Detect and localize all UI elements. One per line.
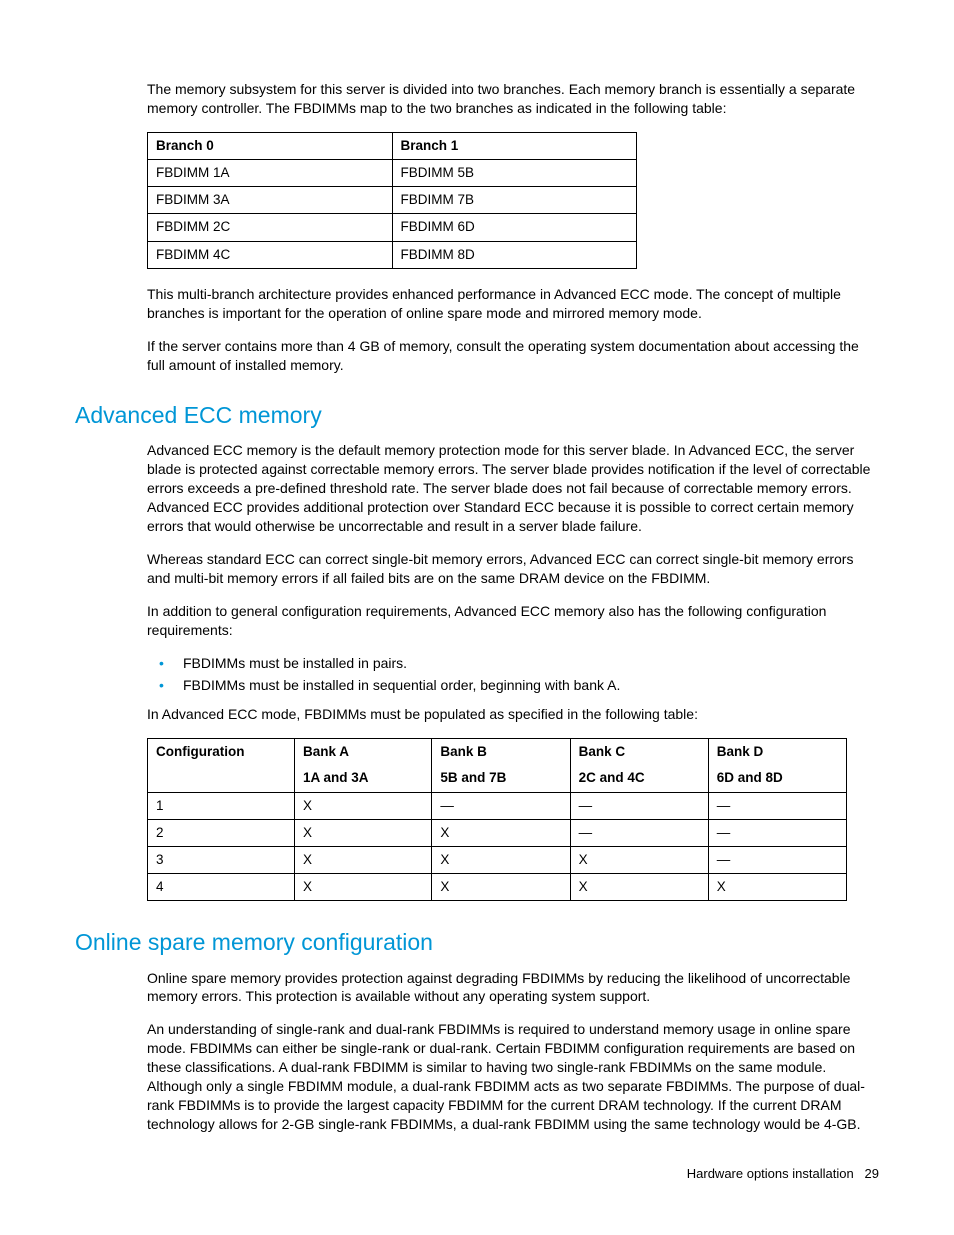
cell: FBDIMM 2C [148, 214, 393, 241]
branch-1-header: Branch 1 [392, 132, 637, 159]
config-header: Configuration [148, 739, 295, 792]
cell: X [570, 874, 708, 901]
adv-ecc-paragraph-3: In addition to general configuration req… [147, 602, 879, 640]
cell: X [295, 819, 432, 846]
online-spare-paragraph-2: An understanding of single-rank and dual… [147, 1020, 879, 1133]
advanced-ecc-block: Advanced ECC memory is the default memor… [147, 441, 879, 901]
list-item: FBDIMMs must be installed in sequential … [147, 676, 879, 695]
cell: X [432, 819, 570, 846]
bank-d-sub: 6D and 8D [708, 765, 846, 792]
intro-paragraph-3: If the server contains more than 4 GB of… [147, 337, 879, 375]
bank-b-header: Bank B [432, 739, 570, 766]
cell: FBDIMM 8D [392, 241, 637, 268]
cell: X [295, 792, 432, 819]
cell: X [570, 847, 708, 874]
branch-0-header: Branch 0 [148, 132, 393, 159]
cell: — [708, 847, 846, 874]
intro-block: The memory subsystem for this server is … [147, 80, 879, 374]
table-row: FBDIMM 4C FBDIMM 8D [148, 241, 637, 268]
bank-a-header: Bank A [295, 739, 432, 766]
cell: — [708, 819, 846, 846]
cell: — [570, 792, 708, 819]
bank-a-sub: 1A and 3A [295, 765, 432, 792]
page-content: The memory subsystem for this server is … [0, 0, 954, 1208]
cell: FBDIMM 7B [392, 187, 637, 214]
branch-table: Branch 0 Branch 1 FBDIMM 1A FBDIMM 5B FB… [147, 132, 637, 269]
cell: — [708, 792, 846, 819]
cell: FBDIMM 4C [148, 241, 393, 268]
bank-b-sub: 5B and 7B [432, 765, 570, 792]
cell: 3 [148, 847, 295, 874]
bank-c-header: Bank C [570, 739, 708, 766]
table-row: 3 X X X — [148, 847, 847, 874]
cell: 1 [148, 792, 295, 819]
table-header-row: Configuration Bank A Bank B Bank C Bank … [148, 739, 847, 766]
config-table: Configuration Bank A Bank B Bank C Bank … [147, 738, 847, 901]
cell: X [708, 874, 846, 901]
cell: 2 [148, 819, 295, 846]
cell: X [432, 847, 570, 874]
footer-section: Hardware options installation [687, 1166, 854, 1181]
footer-page-number: 29 [865, 1166, 879, 1181]
table-row: FBDIMM 1A FBDIMM 5B [148, 160, 637, 187]
table-row: FBDIMM 3A FBDIMM 7B [148, 187, 637, 214]
table-header-row: Branch 0 Branch 1 [148, 132, 637, 159]
adv-ecc-paragraph-1: Advanced ECC memory is the default memor… [147, 441, 879, 535]
cell: FBDIMM 6D [392, 214, 637, 241]
cell: — [570, 819, 708, 846]
list-item: FBDIMMs must be installed in pairs. [147, 654, 879, 673]
table-row: 1 X — — — [148, 792, 847, 819]
cell: X [295, 847, 432, 874]
table-row: FBDIMM 2C FBDIMM 6D [148, 214, 637, 241]
bank-c-sub: 2C and 4C [570, 765, 708, 792]
cell: FBDIMM 3A [148, 187, 393, 214]
adv-ecc-bullets: FBDIMMs must be installed in pairs. FBDI… [147, 654, 879, 696]
adv-ecc-paragraph-4: In Advanced ECC mode, FBDIMMs must be po… [147, 705, 879, 724]
online-spare-block: Online spare memory provides protection … [147, 969, 879, 1134]
adv-ecc-paragraph-2: Whereas standard ECC can correct single-… [147, 550, 879, 588]
online-spare-paragraph-1: Online spare memory provides protection … [147, 969, 879, 1007]
cell: X [432, 874, 570, 901]
online-spare-heading: Online spare memory configuration [75, 927, 879, 958]
table-row: 2 X X — — [148, 819, 847, 846]
intro-paragraph-2: This multi-branch architecture provides … [147, 285, 879, 323]
table-row: 4 X X X X [148, 874, 847, 901]
bank-d-header: Bank D [708, 739, 846, 766]
intro-paragraph-1: The memory subsystem for this server is … [147, 80, 879, 118]
cell: FBDIMM 1A [148, 160, 393, 187]
cell: 4 [148, 874, 295, 901]
cell: X [295, 874, 432, 901]
cell: FBDIMM 5B [392, 160, 637, 187]
advanced-ecc-heading: Advanced ECC memory [75, 400, 879, 431]
cell: — [432, 792, 570, 819]
page-footer: Hardware options installation 29 [687, 1165, 879, 1183]
